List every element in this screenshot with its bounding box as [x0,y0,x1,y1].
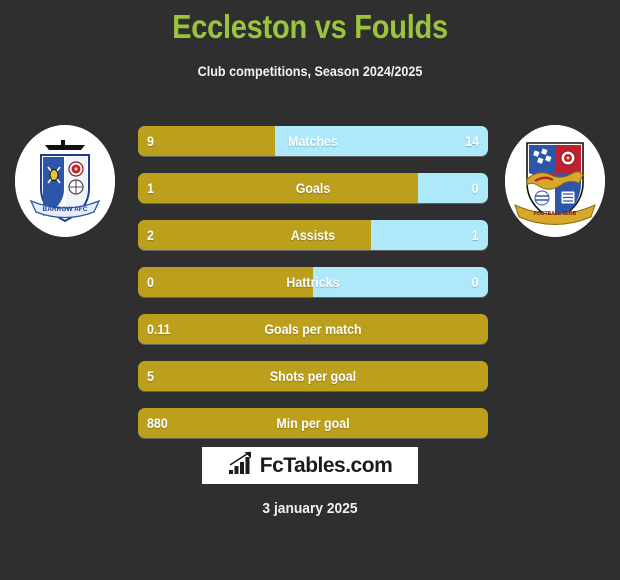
stat-value-right: 14 [465,133,479,149]
stat-label: Goals per match [264,321,362,337]
stat-comparison-card: Eccleston vs Foulds Club competitions, S… [0,0,620,580]
stat-row: 0.11 Goals per match [138,314,488,344]
page-subtitle: Club competitions, Season 2024/2025 [197,63,423,79]
bar-chart-up-icon [228,451,254,480]
page-title: Eccleston vs Foulds [172,8,448,45]
stat-value-left: 1 [147,180,154,196]
stat-row: 1 Goals 0 [138,173,488,203]
stat-value-left: 880 [147,415,168,431]
date-label: 3 january 2025 [262,500,358,517]
home-team-crest: BARROW AFC [15,125,115,245]
stat-row: 5 Shots per goal [138,361,488,391]
stat-value-left: 9 [147,133,154,149]
stat-label: Min per goal [276,415,350,431]
stat-bar-fill-left [138,220,372,250]
stat-value-right: 0 [472,274,479,290]
stat-bar-fill-left [138,267,313,297]
fctables-logo-text: FcTables.com [259,453,393,477]
svg-text:FOOTBALL CLUB: FOOTBALL CLUB [534,211,577,217]
svg-text:BARROW AFC: BARROW AFC [43,206,88,213]
barrow-afc-crest-icon: BARROW AFC [15,125,115,237]
fctables-logo[interactable]: FcTables.com [202,447,418,484]
stat-bar-fill-left [138,173,418,203]
stat-row: 0 Hattricks 0 [138,267,488,297]
stat-row: 2 Assists 1 [138,220,488,250]
stat-value-left: 0 [147,274,154,290]
stats-list: 9 Matches 14 1 Goals 0 2 Assists 1 0 Hattricks 0 0.1… [138,126,488,455]
stat-bar-fill-left [138,126,275,156]
stat-value-left: 5 [147,368,154,384]
right-team-crest-icon: FOOTBALL CLUB [505,125,605,237]
away-team-crest: FOOTBALL CLUB [505,125,605,245]
stat-value-right: 1 [472,227,479,243]
stat-value-right: 0 [472,180,479,196]
stat-row: 9 Matches 14 [138,126,488,156]
stat-label: Shots per goal [269,368,357,384]
stat-value-left: 2 [147,227,154,243]
stat-row: 880 Min per goal [138,408,488,438]
stat-value-left: 0.11 [147,321,171,337]
